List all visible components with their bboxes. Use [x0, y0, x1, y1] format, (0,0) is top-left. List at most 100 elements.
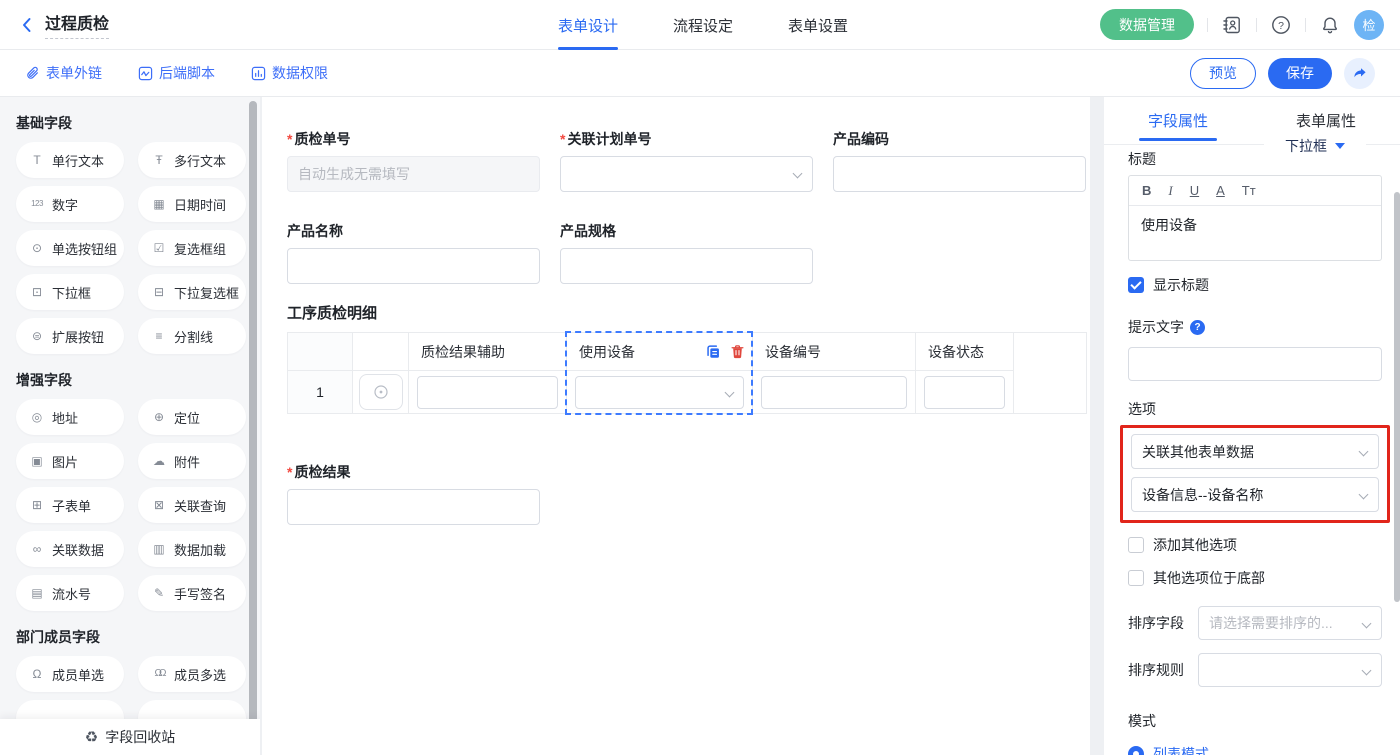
- save-button[interactable]: 保存: [1268, 58, 1332, 89]
- sidebar-item-linked-data[interactable]: ∞关联数据: [16, 531, 124, 567]
- sidebar-item-multi-line-text[interactable]: Ŧ多行文本: [138, 142, 246, 178]
- sidebar-item-label: 单行文本: [52, 151, 104, 170]
- column-header-device-number[interactable]: 设备编号: [753, 333, 916, 371]
- sidebar-item-single-line-text[interactable]: T单行文本: [16, 142, 124, 178]
- sidebar-item-number[interactable]: 123数字: [16, 186, 124, 222]
- data-load-icon: ▥: [151, 543, 167, 555]
- font-size-button[interactable]: Tᴛ: [1242, 183, 1256, 198]
- other-option-bottom-checkbox[interactable]: [1128, 570, 1144, 586]
- notifications-button[interactable]: [1319, 14, 1341, 36]
- field-qc-result[interactable]: 质检结果: [287, 462, 540, 525]
- tab-form-settings[interactable]: 表单设置: [788, 0, 848, 50]
- preview-button[interactable]: 预览: [1190, 58, 1256, 89]
- underline-button[interactable]: U: [1190, 183, 1199, 198]
- column-header-used-device[interactable]: 使用设备: [567, 333, 753, 371]
- sidebar-item-select[interactable]: ⊡下拉框: [16, 274, 124, 310]
- sidebar-item-extend-button[interactable]: ⊜扩展按钮: [16, 318, 124, 354]
- add-other-option-checkbox[interactable]: [1128, 537, 1144, 553]
- divider: [1207, 18, 1208, 32]
- sort-rule-select[interactable]: [1198, 653, 1382, 687]
- sidebar-item-member-multi[interactable]: ΩΩ成员多选: [138, 656, 246, 692]
- copy-column-button[interactable]: [706, 344, 721, 359]
- sidebar-item-lookup-query[interactable]: ⊠关联查询: [138, 487, 246, 523]
- sidebar-item-data-load[interactable]: ▥数据加载: [138, 531, 246, 567]
- form-external-link-button[interactable]: 表单外链: [25, 63, 102, 83]
- column-header-device-status[interactable]: 设备状态: [916, 333, 1014, 371]
- mode-list-radio[interactable]: [1128, 746, 1144, 755]
- top-bar: 过程质检 表单设计 流程设定 表单设置 数据管理 ? 检: [0, 0, 1400, 50]
- sidebar-item-divider[interactable]: ≡分割线: [138, 318, 246, 354]
- font-color-button[interactable]: A: [1216, 183, 1225, 198]
- sidebar-item-attachment[interactable]: ☁附件: [138, 443, 246, 479]
- sidebar-item-label: 成员单选: [52, 665, 104, 684]
- field-product-spec[interactable]: 产品规格: [560, 221, 813, 284]
- data-permission-icon: [251, 66, 266, 81]
- field-type-select[interactable]: 下拉框: [1264, 131, 1366, 161]
- signature-icon: ✎: [151, 587, 167, 599]
- device-number-input[interactable]: [761, 376, 907, 409]
- copy-icon: [706, 344, 721, 359]
- sidebar-item-member-single[interactable]: Ω成员单选: [16, 656, 124, 692]
- help-circle-icon[interactable]: ?: [1190, 320, 1205, 335]
- svg-text:?: ?: [1278, 19, 1284, 31]
- device-status-input[interactable]: [924, 376, 1005, 409]
- window-scrollbar[interactable]: [1394, 192, 1400, 602]
- field-plan-number[interactable]: 关联计划单号: [560, 129, 813, 192]
- lookup-trigger-button[interactable]: [359, 374, 403, 410]
- sidebar-item-address[interactable]: ◎地址: [16, 399, 124, 435]
- product-name-input[interactable]: [287, 248, 540, 284]
- title-value-text[interactable]: 使用设备: [1129, 206, 1381, 244]
- subtable: 质检结果辅助 使用设备 设备编号 设备状态 1: [287, 332, 1086, 414]
- tab-field-properties[interactable]: 字段属性: [1104, 97, 1252, 144]
- product-spec-input[interactable]: [560, 248, 813, 284]
- sidebar-item-checkbox-group[interactable]: ☑复选框组: [138, 230, 246, 266]
- tab-flow-settings[interactable]: 流程设定: [673, 0, 733, 50]
- sidebar-item-signature[interactable]: ✎手写签名: [138, 575, 246, 611]
- product-code-input[interactable]: [833, 156, 1086, 192]
- qc-result-input[interactable]: [287, 489, 540, 525]
- form-canvas: 质检单号 关联计划单号 产品编码 产品名称 产品规格 工序质检明细: [262, 97, 1090, 755]
- sidebar-item-radio-group[interactable]: ⊙单选按钮组: [16, 230, 124, 266]
- section-title-member-fields: 部门成员字段: [16, 629, 246, 646]
- qc-number-input[interactable]: [287, 156, 540, 192]
- field-recycle-bin[interactable]: ♻ 字段回收站: [0, 719, 260, 755]
- field-product-name[interactable]: 产品名称: [287, 221, 540, 284]
- multi-select-icon: ⊟: [151, 286, 167, 298]
- field-product-code[interactable]: 产品编码: [833, 129, 1086, 192]
- tab-form-design[interactable]: 表单设计: [558, 0, 618, 50]
- option-source-select[interactable]: 关联其他表单数据: [1131, 434, 1379, 469]
- sidebar-item-datetime[interactable]: ▦日期时间: [138, 186, 246, 222]
- subform-icon: ⊞: [29, 499, 45, 511]
- italic-button[interactable]: I: [1168, 183, 1172, 199]
- backend-script-button[interactable]: 后端脚本: [138, 63, 215, 83]
- user-avatar[interactable]: 检: [1354, 10, 1384, 40]
- page-title[interactable]: 过程质检: [45, 10, 109, 39]
- hint-text-input[interactable]: [1128, 347, 1382, 381]
- show-title-checkbox[interactable]: [1128, 277, 1144, 293]
- row-number-cell: 1: [288, 371, 353, 414]
- plan-number-select[interactable]: [560, 156, 813, 192]
- sidebar-item-label: 关联数据: [52, 540, 104, 559]
- sidebar-item-multi-select[interactable]: ⊟下拉复选框: [138, 274, 246, 310]
- share-button[interactable]: [1344, 58, 1375, 89]
- bold-button[interactable]: B: [1142, 183, 1151, 198]
- back-button[interactable]: [16, 14, 38, 36]
- data-permission-button[interactable]: 数据权限: [251, 63, 328, 83]
- option-field-select[interactable]: 设备信息--设备名称: [1131, 477, 1379, 512]
- column-header-qc-result-helper[interactable]: 质检结果辅助: [409, 333, 567, 371]
- data-manage-button[interactable]: 数据管理: [1100, 9, 1194, 40]
- help-button[interactable]: ?: [1270, 14, 1292, 36]
- address-book-button[interactable]: [1221, 14, 1243, 36]
- sidebar-item-serial-number[interactable]: ▤流水号: [16, 575, 124, 611]
- data-permission-label: 数据权限: [272, 63, 328, 83]
- sidebar-item-image[interactable]: ▣图片: [16, 443, 124, 479]
- sort-field-select[interactable]: 请选择需要排序的...: [1198, 606, 1382, 640]
- delete-column-button[interactable]: [730, 344, 745, 359]
- sidebar-item-location[interactable]: ⊕定位: [138, 399, 246, 435]
- option-field-value: 设备信息--设备名称: [1142, 485, 1263, 505]
- sidebar-scrollbar[interactable]: [249, 101, 257, 749]
- used-device-select[interactable]: [575, 376, 744, 409]
- sidebar-item-subform[interactable]: ⊞子表单: [16, 487, 124, 523]
- qc-result-helper-input[interactable]: [417, 376, 558, 409]
- field-qc-number[interactable]: 质检单号: [287, 129, 540, 192]
